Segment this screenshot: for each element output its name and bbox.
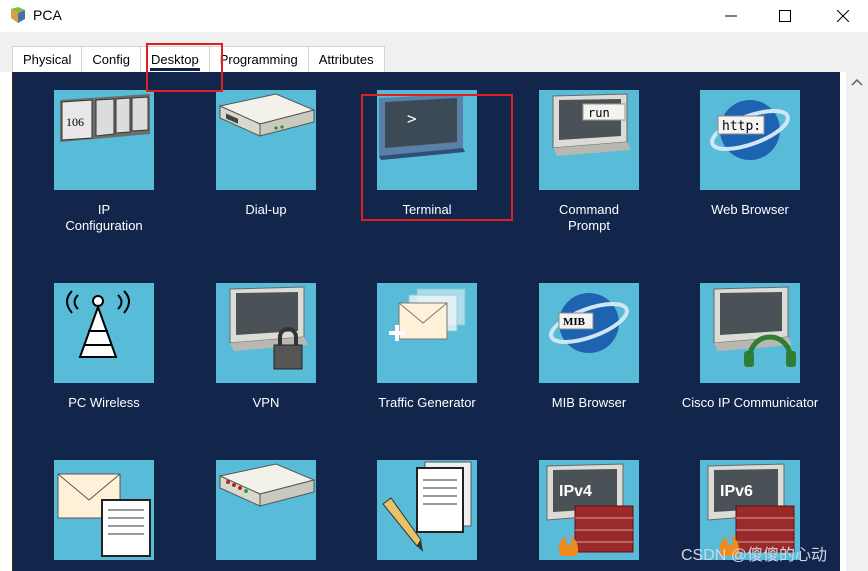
maximize-button[interactable]	[762, 0, 808, 32]
pppoe-dialer-tile	[216, 460, 316, 560]
text-editor-icon	[382, 461, 472, 552]
close-button[interactable]	[820, 0, 866, 32]
globe-icon: http:	[710, 100, 790, 160]
ip-communicator-icon	[713, 286, 796, 367]
scroll-up-arrow-icon[interactable]	[851, 78, 863, 86]
wireless-tower-icon	[66, 290, 130, 358]
tab-desktop[interactable]: Desktop	[140, 46, 210, 72]
traffic-generator-label: Traffic Generator	[378, 395, 476, 410]
mib-browser-tile: MIB	[539, 283, 639, 383]
desktop-panel: 106 IP Configuration Dial-up > Terminal …	[12, 72, 840, 571]
cisco-ip-communicator-label: Cisco IP Communicator	[681, 395, 819, 410]
cisco-ip-communicator-tile	[700, 283, 800, 383]
web-browser-tile: http:	[700, 90, 800, 190]
dial-up-tile	[216, 90, 316, 190]
command-prompt-tile: run	[539, 90, 639, 190]
dial-up-label: Dial-up	[245, 202, 287, 217]
svg-text:>: >	[407, 109, 417, 128]
vertical-scrollbar[interactable]	[846, 72, 868, 571]
svg-text:run: run	[588, 106, 610, 120]
minimize-icon	[725, 15, 737, 17]
svg-text:MIB: MIB	[563, 316, 586, 328]
email-tile	[54, 460, 154, 560]
tab-physical[interactable]: Physical	[12, 46, 83, 72]
svg-text:IPv4: IPv4	[559, 483, 592, 500]
mib-browser-label: MIB Browser	[551, 395, 627, 410]
tab-attributes[interactable]: Attributes	[307, 46, 385, 72]
vpn-lock-icon	[229, 286, 308, 370]
svg-text:IPv6: IPv6	[720, 483, 753, 500]
watermark: CSDN @傻傻的心动	[681, 547, 828, 564]
minimize-button[interactable]	[708, 0, 754, 32]
close-icon	[837, 10, 849, 22]
traffic-generator-tile	[377, 283, 477, 383]
terminal-label: Terminal	[402, 202, 452, 217]
modem-icon	[218, 93, 316, 137]
window-title: PCA	[33, 7, 62, 23]
title-bar: PCA	[0, 0, 868, 32]
terminal-icon: >	[379, 94, 465, 160]
tab-programming[interactable]: Programming	[208, 46, 309, 72]
tab-strip: Physical Config Desktop Programming Attr…	[0, 32, 868, 72]
ipv4-firewall-tile: IPv4	[539, 460, 639, 560]
pc-wireless-tile	[54, 283, 154, 383]
pc-wireless-label: PC Wireless	[68, 395, 140, 410]
packet-tracer-pc-icon	[11, 7, 25, 23]
text-editor-tile	[377, 460, 477, 560]
traffic-generator-icon	[389, 288, 466, 341]
ipv4-firewall-icon: IPv4	[546, 463, 634, 556]
ip-configuration-tile: 106	[54, 90, 154, 190]
ip-configuration-icon: 106	[60, 94, 150, 142]
tab-bar: Physical Config Desktop Programming Attr…	[12, 46, 385, 72]
vpn-label: VPN	[252, 395, 280, 410]
command-prompt-icon: run	[552, 93, 631, 156]
terminal-tile: >	[377, 90, 477, 190]
svg-text:106: 106	[66, 115, 84, 129]
mib-globe-icon: MIB	[549, 293, 629, 353]
ip-configuration-label: IP Configuration	[65, 202, 143, 233]
svg-text:http:: http:	[722, 119, 761, 134]
web-browser-label: Web Browser	[711, 202, 789, 217]
email-icon	[57, 473, 151, 557]
tab-config[interactable]: Config	[81, 46, 141, 72]
command-prompt-label: Command Prompt	[559, 202, 619, 233]
dialer-device-icon	[218, 463, 316, 507]
maximize-icon	[779, 10, 791, 22]
vpn-tile	[216, 283, 316, 383]
